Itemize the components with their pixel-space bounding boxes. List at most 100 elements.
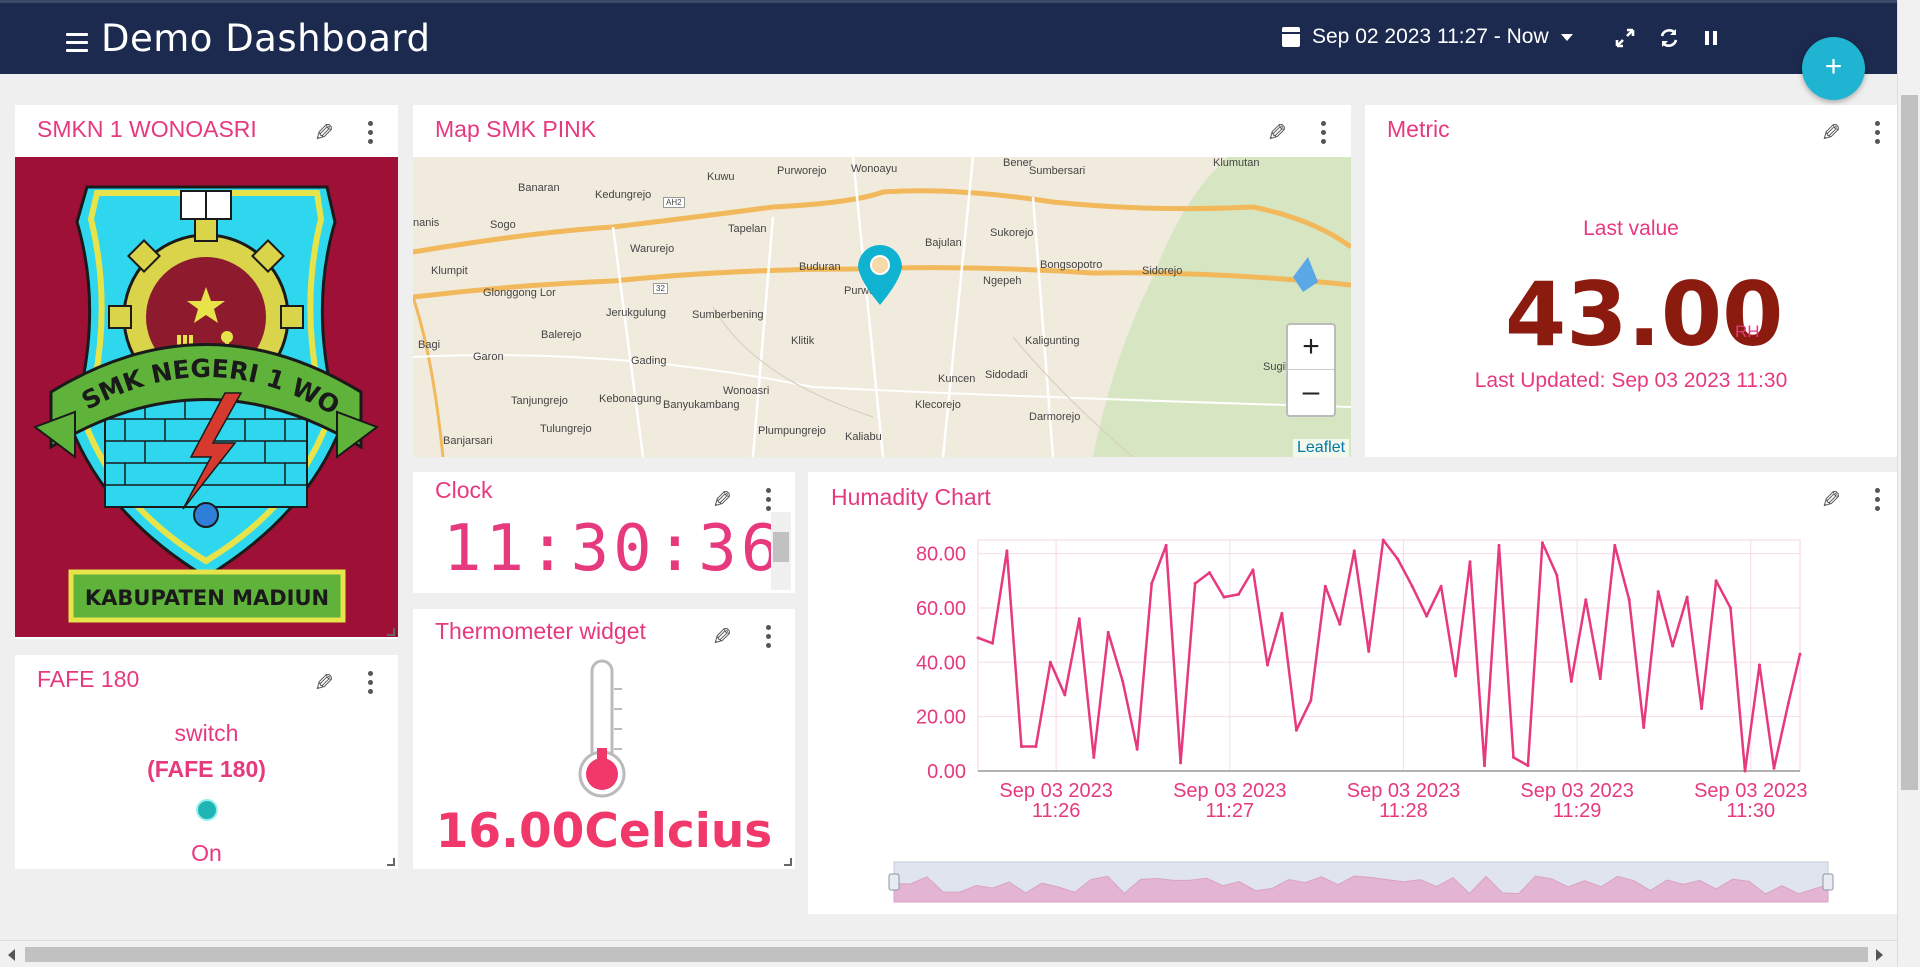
data-point <box>1584 598 1588 602</box>
switch-toggle[interactable] <box>196 799 218 821</box>
data-point <box>1193 581 1197 585</box>
calendar-icon <box>1282 27 1300 47</box>
data-point <box>1569 679 1573 683</box>
x-tick-label: 11:26 <box>1032 800 1081 822</box>
map-marker-icon[interactable] <box>855 243 905 312</box>
expand-icon[interactable] <box>1614 27 1636 54</box>
data-point <box>1265 663 1269 667</box>
data-point <box>1798 652 1802 656</box>
map-place-label: Sukorejo <box>990 227 1034 239</box>
map-road-label: AH2 <box>663 197 685 208</box>
more-options-icon[interactable] <box>764 488 772 512</box>
date-range-picker[interactable]: Sep 02 2023 11:27 - Now <box>1282 25 1573 49</box>
map-place-label: Jerukgulung <box>606 307 666 319</box>
more-options-icon[interactable] <box>1319 121 1327 145</box>
data-point <box>1656 590 1660 594</box>
data-point <box>1150 581 1154 585</box>
menu-icon[interactable] <box>66 33 88 52</box>
x-tick-label: 11:27 <box>1206 800 1255 822</box>
edit-icon[interactable]: ✎ <box>1261 120 1287 147</box>
svg-text:KABUPATEN MADIUN: KABUPATEN MADIUN <box>85 586 329 610</box>
more-options-icon[interactable] <box>1873 121 1881 145</box>
navigator-handle-right[interactable] <box>1822 873 1834 891</box>
map-place-label: Balerejo <box>541 329 582 341</box>
data-point <box>1048 660 1052 664</box>
humidity-chart-widget: Humadity Chart ✎ 0.00 20.00 40.00 60.00 80.0… <box>808 472 1897 914</box>
map-place-label: Sogo <box>490 219 516 231</box>
map-place-label: Bener <box>1003 157 1033 169</box>
more-options-icon[interactable] <box>366 121 374 145</box>
school-logo-image: SMK NEGERI 1 WONOASRI KABUPATEN MADIUN <box>5 134 398 637</box>
data-point <box>1323 584 1327 588</box>
map-place-label: Kaligunting <box>1025 335 1080 347</box>
map-place-label: Klumpit <box>431 265 468 277</box>
data-point <box>1497 543 1501 547</box>
data-point <box>1685 595 1689 599</box>
clock-scrollbar[interactable] <box>771 512 791 590</box>
pause-icon[interactable] <box>1703 27 1719 54</box>
resize-handle[interactable] <box>387 628 395 636</box>
x-tick-label: 11:29 <box>1553 800 1602 822</box>
map-widget: Map SMK PINK ✎ Bener Klumutan Banaran Ke… <box>413 105 1351 457</box>
map-place-label: Klumutan <box>1213 157 1260 169</box>
map-place-label: Tanjungrejo <box>511 395 568 407</box>
data-point <box>1483 764 1487 768</box>
data-point <box>1251 568 1255 572</box>
edit-icon[interactable]: ✎ <box>308 120 334 147</box>
horizontal-scrollbar[interactable] <box>0 940 1897 967</box>
scroll-left-icon[interactable] <box>8 949 15 961</box>
humidity-line-chart[interactable]: 0.0020.0040.0060.0080.00Sep 03 202311:26… <box>808 472 1897 914</box>
data-point <box>1236 592 1240 596</box>
zoom-out-button[interactable]: – <box>1288 370 1334 415</box>
switch-label: switch <box>174 720 239 746</box>
data-point <box>1352 549 1356 553</box>
data-point <box>1309 698 1313 702</box>
data-point <box>1613 543 1617 547</box>
data-point <box>1454 674 1458 678</box>
map-place-label: Klecorejo <box>915 399 961 411</box>
x-tick-label: Sep 03 2023 <box>1694 780 1807 802</box>
thermometer-gauge <box>578 659 630 804</box>
edit-icon[interactable]: ✎ <box>706 487 732 514</box>
resize-handle[interactable] <box>784 858 792 866</box>
data-point <box>1598 677 1602 681</box>
map-place-label: Bajulan <box>925 237 962 249</box>
map-place-label: nanis <box>413 217 440 229</box>
edit-icon[interactable]: ✎ <box>308 670 334 697</box>
map-place-label: Buduran <box>799 261 841 273</box>
scroll-right-icon[interactable] <box>1876 949 1883 961</box>
widget-title: Metric <box>1387 116 1450 142</box>
widget-title: Clock <box>435 477 493 503</box>
dashboard-title: Demo Dashboard <box>101 17 431 60</box>
data-point <box>1671 644 1675 648</box>
data-point <box>1468 560 1472 564</box>
data-point <box>1179 761 1183 765</box>
map-place-label: Tapelan <box>728 223 767 235</box>
zoom-in-button[interactable]: + <box>1288 325 1334 370</box>
map-place-label: Kuncen <box>938 373 976 385</box>
thermometer-widget: Thermometer widget ✎ 16.00Celcius <box>413 609 795 869</box>
add-widget-button[interactable]: + <box>1802 37 1865 100</box>
data-point <box>1743 769 1747 773</box>
leaflet-attribution-link[interactable]: Leaflet <box>1293 439 1350 457</box>
y-tick-label: 40.00 <box>916 652 966 674</box>
map-place-label: Kaliabu <box>845 431 882 443</box>
map-place-label: Wonoasri <box>723 385 770 397</box>
more-options-icon[interactable] <box>764 625 772 649</box>
more-options-icon[interactable] <box>366 671 374 695</box>
edit-icon[interactable]: ✎ <box>706 624 732 651</box>
map-view[interactable]: Bener Klumutan Banaran Kedungrejo Kuwu P… <box>413 157 1351 457</box>
data-point <box>1121 679 1125 683</box>
navigator-handle-left[interactable] <box>888 873 900 891</box>
data-point <box>1786 701 1790 705</box>
edit-icon[interactable]: ✎ <box>1815 120 1841 147</box>
refresh-icon[interactable] <box>1658 27 1680 54</box>
resize-handle[interactable] <box>387 858 395 866</box>
x-tick-label: Sep 03 2023 <box>1173 780 1286 802</box>
vertical-scrollbar[interactable] <box>1897 0 1920 967</box>
map-place-label: Banjarsari <box>443 435 493 447</box>
map-place-label: Darmorejo <box>1029 411 1081 423</box>
map-place-label: Sumbersari <box>1029 165 1086 177</box>
metric-value: 43.00 <box>1505 263 1784 366</box>
data-point <box>1526 764 1530 768</box>
